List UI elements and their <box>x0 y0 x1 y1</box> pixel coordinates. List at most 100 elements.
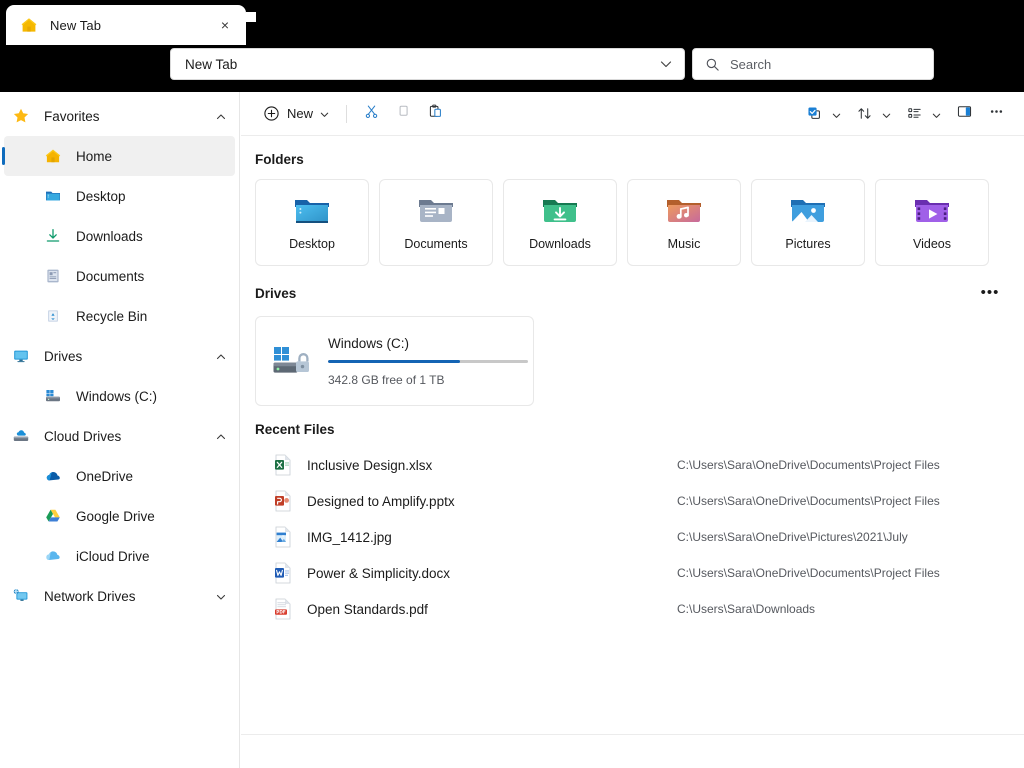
file-name: Power & Simplicity.docx <box>307 565 451 581</box>
home-icon <box>20 16 38 34</box>
home-scroll-area: Folders Desktop Documents Downloads Musi… <box>241 136 1024 734</box>
drive-free-space-text: 342.8 GB free of 1 TB <box>328 372 445 387</box>
chevron-up-icon[interactable] <box>215 350 227 362</box>
sort-button[interactable] <box>848 99 898 129</box>
ellipsis-icon <box>988 103 1005 125</box>
sidebar-item-documents[interactable]: Documents <box>0 256 239 296</box>
onedrive-icon <box>44 467 62 485</box>
desktop-folder-icon <box>292 194 332 228</box>
chevron-down-icon[interactable] <box>319 108 330 119</box>
list-item[interactable]: Power & Simplicity.docx C:\Users\Sara\On… <box>255 555 1024 591</box>
sidebar-item-label: Desktop <box>76 188 126 204</box>
file-name: Designed to Amplify.pptx <box>307 493 455 509</box>
file-name: Open Standards.pdf <box>307 601 428 617</box>
list-item[interactable]: IMG_1412.jpg C:\Users\Sara\OneDrive\Pict… <box>255 519 1024 555</box>
sidebar-group-label: Network Drives <box>44 588 136 604</box>
sidebar-item-google-drive[interactable]: Google Drive <box>0 496 239 536</box>
list-view-icon[interactable] <box>898 99 930 129</box>
sidebar-item-label: Recycle Bin <box>76 308 148 324</box>
google-drive-icon <box>44 507 62 525</box>
details-pane-icon <box>956 103 973 125</box>
sidebar-group-favorites[interactable]: Favorites <box>0 96 239 136</box>
icloud-icon <box>44 547 62 565</box>
view-button[interactable] <box>898 99 948 129</box>
recent-files-list: Inclusive Design.xlsx C:\Users\Sara\OneD… <box>255 447 1024 627</box>
sidebar-item-onedrive[interactable]: OneDrive <box>0 456 239 496</box>
paste-button[interactable] <box>419 99 451 129</box>
drives-more-button[interactable]: ••• <box>976 280 1004 304</box>
chevron-down-icon[interactable] <box>215 590 227 602</box>
new-button[interactable]: New <box>255 99 338 129</box>
list-item[interactable]: Designed to Amplify.pptx C:\Users\Sara\O… <box>255 483 1024 519</box>
drive-card-windows-c[interactable]: Windows (C:) 342.8 GB free of 1 TB <box>255 316 534 406</box>
close-icon[interactable]: × <box>214 14 236 36</box>
chevron-down-icon[interactable] <box>881 108 892 119</box>
search-input[interactable]: Search <box>730 57 771 72</box>
tab-label: New Tab <box>50 17 102 33</box>
chevron-down-icon[interactable] <box>931 108 942 119</box>
file-path: C:\Users\Sara\Downloads <box>677 602 816 616</box>
sidebar-item-icloud-drive[interactable]: iCloud Drive <box>0 536 239 576</box>
address-bar[interactable]: New Tab <box>170 48 685 80</box>
sidebar-item-label: Downloads <box>76 228 143 244</box>
search-box[interactable]: Search <box>692 48 934 80</box>
new-button-label: New <box>287 106 314 121</box>
list-item[interactable]: PDF Open Standards.pdf C:\Users\Sara\Dow… <box>255 591 1024 627</box>
chevron-down-icon[interactable] <box>658 56 674 72</box>
command-toolbar: New <box>241 92 1024 136</box>
folder-card-pictures[interactable]: Pictures <box>751 179 865 266</box>
sidebar-group-network-drives[interactable]: Network Drives <box>0 576 239 616</box>
drive-info: Windows (C:) 342.8 GB free of 1 TB <box>328 336 528 387</box>
folder-card-videos[interactable]: Videos <box>875 179 989 266</box>
cut-button[interactable] <box>355 99 387 129</box>
content-area: New Folders Desktop Documents Downloads … <box>241 92 1024 734</box>
file-path: C:\Users\Sara\OneDrive\Pictures\2021\Jul… <box>677 530 908 544</box>
select-checkbox-icon[interactable] <box>798 99 830 129</box>
address-bar-text: New Tab <box>185 56 238 72</box>
sidebar-item-label: Windows (C:) <box>76 388 158 404</box>
list-item[interactable]: Inclusive Design.xlsx C:\Users\Sara\OneD… <box>255 447 1024 483</box>
folder-card-downloads[interactable]: Downloads <box>503 179 617 266</box>
sort-icon[interactable] <box>848 99 880 129</box>
clipboard-icon <box>427 103 444 125</box>
sidebar-item-desktop[interactable]: Desktop <box>0 176 239 216</box>
sidebar-item-home[interactable]: Home <box>2 136 235 176</box>
folder-card-music[interactable]: Music <box>627 179 741 266</box>
sidebar-group-drives[interactable]: Drives <box>0 336 239 376</box>
more-options-button[interactable] <box>980 99 1012 129</box>
powerpoint-file-icon <box>273 490 293 512</box>
sidebar-group-cloud-drives[interactable]: Cloud Drives <box>0 416 239 456</box>
sidebar-item-label: Home <box>76 148 113 164</box>
search-icon <box>705 57 720 72</box>
file-name: Inclusive Design.xlsx <box>307 457 433 473</box>
sidebar-item-label: Google Drive <box>76 508 155 524</box>
folder-card-documents[interactable]: Documents <box>379 179 493 266</box>
copy-button[interactable] <box>387 99 419 129</box>
file-name: IMG_1412.jpg <box>307 529 392 545</box>
sidebar-item-recycle-bin[interactable]: Recycle Bin <box>0 296 239 336</box>
drives-section-title: Drives <box>255 285 297 301</box>
folder-label: Pictures <box>785 237 831 251</box>
cloud-drive-icon <box>12 427 30 445</box>
star-icon <box>12 107 30 125</box>
folder-card-desktop[interactable]: Desktop <box>255 179 369 266</box>
sidebar-item-windows-c[interactable]: Windows (C:) <box>0 376 239 416</box>
sidebar-item-downloads[interactable]: Downloads <box>0 216 239 256</box>
sidebar-group-label: Cloud Drives <box>44 428 122 444</box>
svg-text:PDF: PDF <box>276 610 286 615</box>
pdf-file-icon: PDF <box>273 598 293 620</box>
plus-circle-icon <box>263 105 280 122</box>
home-icon <box>44 147 62 165</box>
videos-folder-icon <box>912 194 952 228</box>
chevron-up-icon[interactable] <box>215 430 227 442</box>
documents-icon <box>44 267 62 285</box>
monitor-icon <box>12 347 30 365</box>
chevron-down-icon[interactable] <box>831 108 842 119</box>
select-button[interactable] <box>798 99 848 129</box>
word-file-icon <box>273 562 293 584</box>
details-pane-button[interactable] <box>948 99 980 129</box>
chevron-up-icon[interactable] <box>215 110 227 122</box>
browser-tab-new-tab[interactable]: New Tab × <box>6 5 246 45</box>
drive-name: Windows (C:) <box>328 335 410 351</box>
image-file-icon <box>273 526 293 548</box>
